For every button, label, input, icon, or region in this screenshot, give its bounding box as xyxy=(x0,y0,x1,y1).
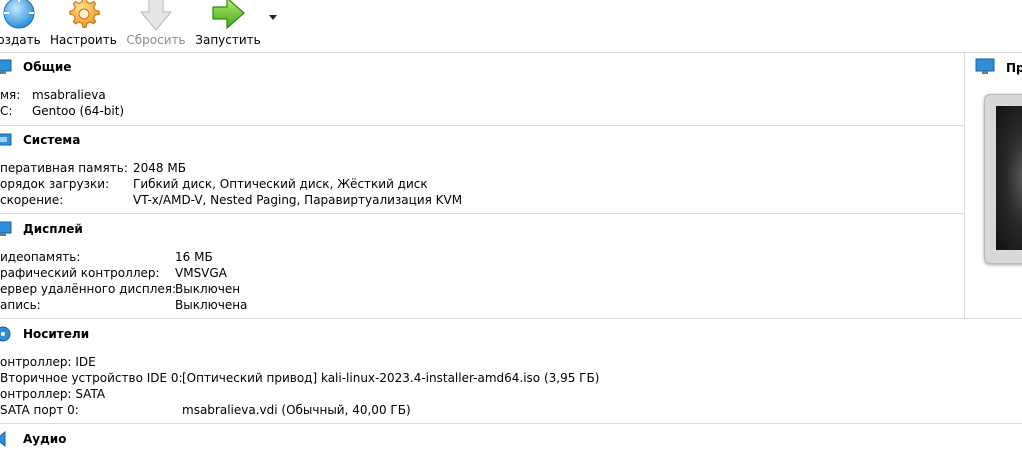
display-rdp-key: ервер удалённого дисплея: xyxy=(0,282,177,296)
section-general-header[interactable]: Общие xyxy=(0,56,964,80)
toolbar: оздать Настроить Сбросить Запустить xyxy=(0,0,1022,53)
display-controller-key: рафический контроллер: xyxy=(0,266,160,280)
section-general-title: Общие xyxy=(23,60,72,74)
preview-monitor-icon xyxy=(975,58,995,74)
section-storage-title: Носители xyxy=(23,327,90,341)
separator xyxy=(0,213,964,214)
system-boot-value: Гибкий диск, Оптический диск, Жёсткий ди… xyxy=(133,177,428,191)
preview-screen xyxy=(996,106,1022,250)
general-name-value: msabralieva xyxy=(32,88,106,102)
display-vram-value: 16 МБ xyxy=(175,250,213,264)
pane-separator xyxy=(964,53,965,319)
display-recording-key: апись: xyxy=(0,298,41,312)
section-preview-title: Пр xyxy=(1006,61,1022,75)
separator xyxy=(0,423,1022,424)
general-name-key: мя: xyxy=(0,88,21,102)
start-button[interactable]: Запустить xyxy=(194,0,262,50)
display-icon xyxy=(0,221,12,236)
storage-sata-port-value: msabralieva.vdi (Обычный, 40,00 ГБ) xyxy=(182,403,411,417)
settings-label: Настроить xyxy=(50,33,117,47)
section-display-header[interactable]: Дисплей xyxy=(0,218,964,242)
settings-button[interactable]: Настроить xyxy=(50,0,117,50)
new-machine-icon xyxy=(3,0,35,29)
discard-label: Сбросить xyxy=(126,33,186,47)
system-accel-key: скорение: xyxy=(0,193,64,207)
display-recording-value: Выключена xyxy=(175,298,248,312)
display-rdp-value: Выключен xyxy=(175,282,241,296)
section-preview-header[interactable]: Пр xyxy=(966,53,1022,83)
display-controller-value: VMSVGA xyxy=(175,266,227,280)
general-os-key: С: xyxy=(0,104,13,118)
section-audio-title: Аудио xyxy=(23,432,67,446)
separator xyxy=(0,125,964,126)
discard-icon xyxy=(139,0,173,31)
system-boot-key: орядок загрузки: xyxy=(0,177,110,191)
chip-icon xyxy=(0,133,12,146)
section-system-header[interactable]: Система xyxy=(0,129,964,153)
dropdown-triangle-icon[interactable] xyxy=(266,10,280,24)
storage-sata-port-key: SATA порт 0: xyxy=(0,403,79,417)
storage-ide-device-value: [Оптический привод] kali-linux-2023.4-in… xyxy=(182,371,600,385)
section-display-title: Дисплей xyxy=(23,222,83,236)
system-accel-value: VT-x/AMD-V, Nested Paging, Паравиртуализ… xyxy=(133,193,463,207)
speaker-icon xyxy=(0,431,6,447)
section-audio-header[interactable]: Аудио xyxy=(0,428,964,452)
storage-ide-key: онтроллер: IDE xyxy=(0,355,96,369)
section-storage-header[interactable]: Носители xyxy=(0,323,964,347)
general-os-value: Gentoo (64-bit) xyxy=(32,104,125,118)
monitor-icon xyxy=(0,59,12,74)
section-system-title: Система xyxy=(23,133,81,147)
storage-sata-key: онтроллер: SATA xyxy=(0,387,106,401)
details-pane xyxy=(0,53,964,449)
settings-gear-icon xyxy=(69,0,100,28)
display-vram-key: идеопамять: xyxy=(0,250,81,264)
start-arrow-icon xyxy=(212,0,245,30)
system-memory-key: перативная память: xyxy=(0,161,128,175)
discard-button[interactable]: Сбросить xyxy=(124,0,188,50)
separator xyxy=(0,318,1022,319)
storage-ide-device-key: Вторичное устройство IDE 0: xyxy=(0,371,183,385)
storage-disc-icon xyxy=(0,326,11,342)
create-label: оздать xyxy=(0,33,41,47)
create-button[interactable]: оздать xyxy=(0,0,46,50)
system-memory-value: 2048 МБ xyxy=(133,161,186,175)
start-label: Запустить xyxy=(195,33,261,47)
